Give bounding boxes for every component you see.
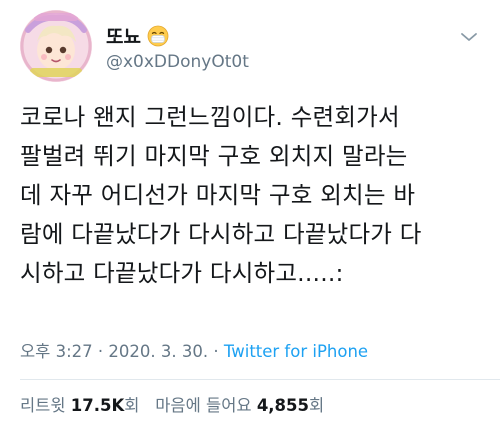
retweets-stat[interactable]: 리트윗 17.5K회: [20, 396, 145, 415]
tweet-meta: 오후 3:27 · 2020. 3. 30. · Twitter for iPh…: [20, 338, 368, 362]
tweet-time[interactable]: 오후 3:27: [20, 342, 93, 361]
divider: [20, 379, 500, 380]
retweets-count: 17.5K: [70, 396, 125, 415]
likes-unit: 회: [309, 396, 325, 415]
tweet-source-link[interactable]: Twitter for iPhone: [224, 342, 368, 361]
likes-count: 4,855: [256, 396, 310, 415]
meta-separator: ·: [213, 342, 219, 361]
user-handle[interactable]: @x0xDDonyOt0t: [106, 52, 249, 72]
face-with-mask-emoji-icon: [147, 25, 169, 47]
likes-label: 마음에 들어요: [155, 396, 252, 415]
name-row: 또뇨: [106, 22, 169, 49]
retweets-unit: 회: [124, 396, 140, 415]
likes-stat[interactable]: 마음에 들어요 4,855회: [155, 396, 324, 415]
tweet-text: 코로나 왠지 그런느낌이다. 수련회가서 팔벌려 뛰기 마지막 구호 외치지 말…: [20, 103, 422, 287]
more-options-chevron-icon[interactable]: [458, 26, 480, 48]
tweet-date[interactable]: 2020. 3. 30.: [108, 342, 208, 361]
avatar[interactable]: [20, 10, 92, 82]
retweets-label: 리트윗: [20, 396, 66, 415]
anime-avatar-icon: [20, 10, 92, 82]
tweet-header: 또뇨 @x0xDDonyOt0t: [20, 10, 480, 90]
tweet-stats: 리트윗 17.5K회 마음에 들어요 4,855회: [20, 392, 324, 416]
display-name[interactable]: 또뇨: [106, 22, 141, 49]
meta-separator: ·: [97, 342, 104, 361]
